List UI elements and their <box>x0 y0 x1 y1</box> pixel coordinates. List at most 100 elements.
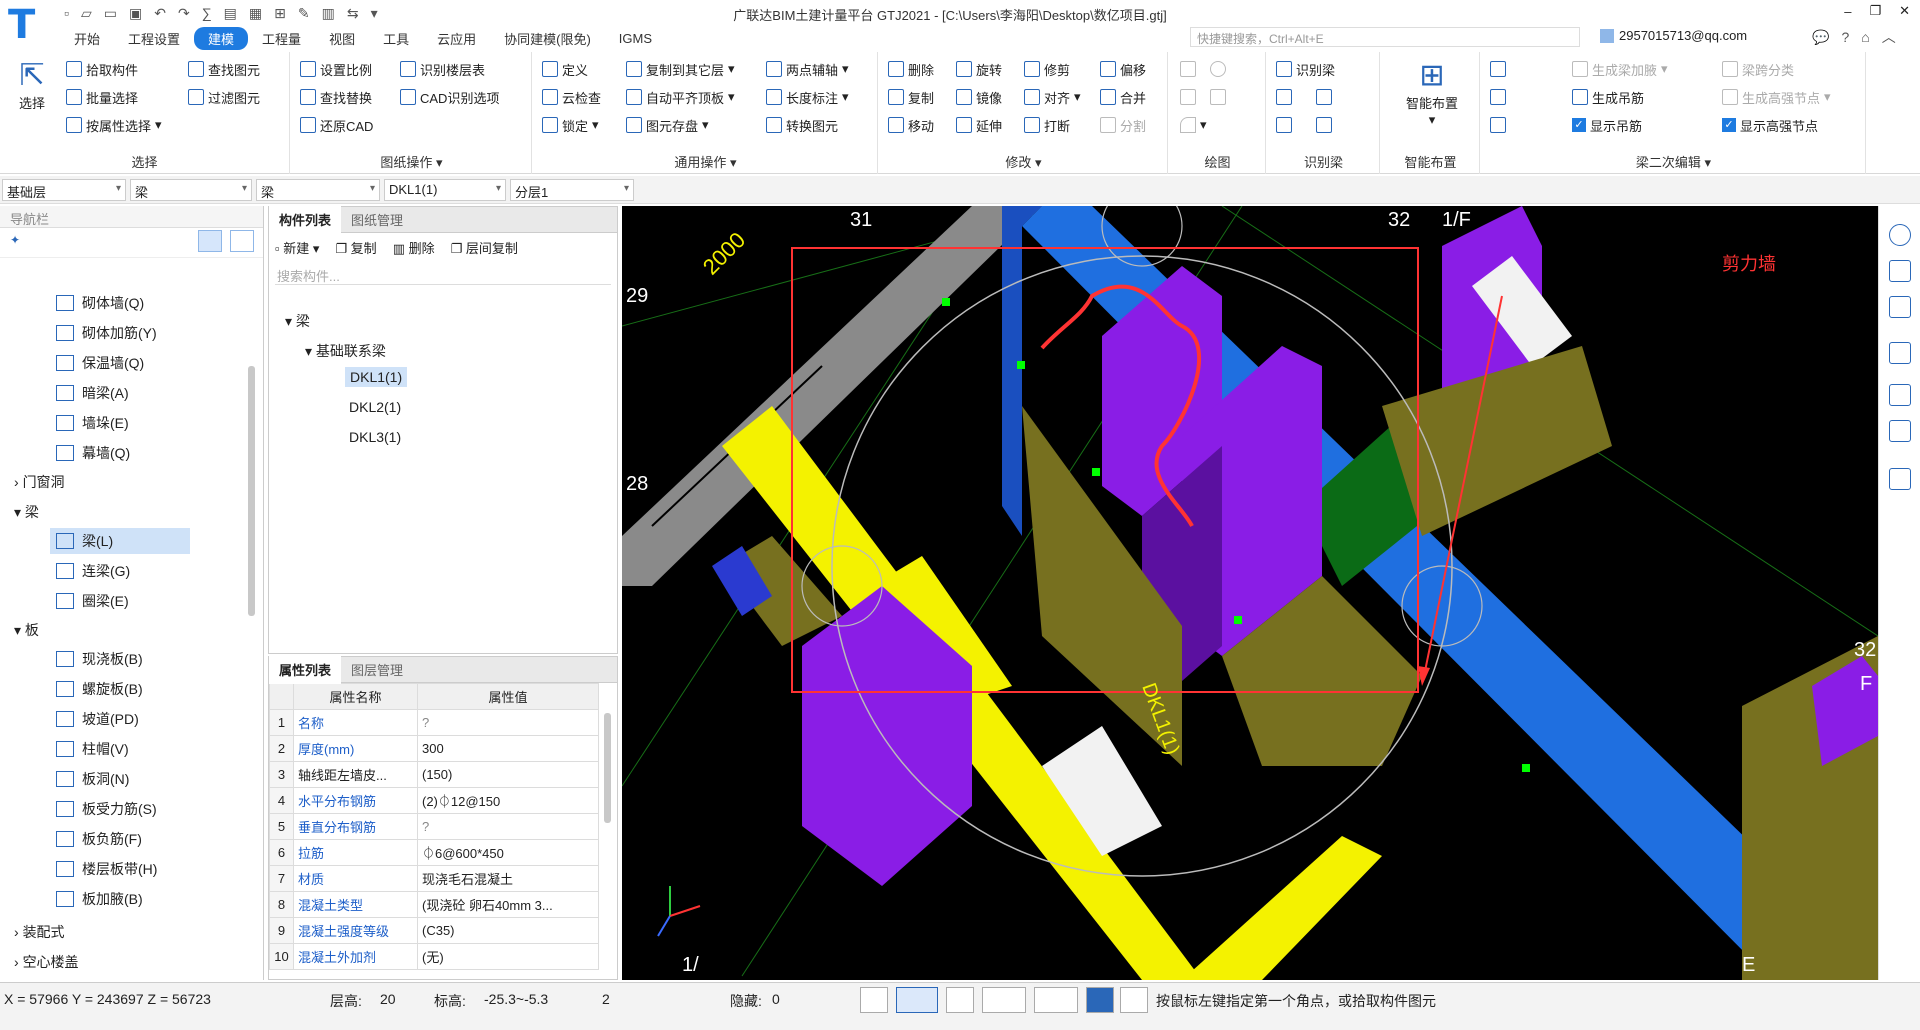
batch-select-button[interactable]: 批量选择 <box>66 86 138 108</box>
nav-item-cast-slab[interactable]: 现浇板(B) <box>56 646 143 672</box>
nav-item-slab-strip[interactable]: 楼层板带(H) <box>56 856 157 882</box>
sum-icon[interactable]: ∑ <box>202 5 212 21</box>
tree-item-dkl3[interactable]: DKL3(1) <box>349 429 401 445</box>
filter-element-button[interactable]: 过滤图元 <box>188 86 260 108</box>
nav-item-masonry-rebar[interactable]: 砌体加筋(Y) <box>56 320 157 346</box>
tab-drawing-management[interactable]: 图纸管理 <box>341 205 413 234</box>
delete-button[interactable]: 删除 <box>888 58 934 80</box>
table-row[interactable]: 4 水平分布钢筋 (2)⏀12@150 <box>269 787 599 814</box>
category-select[interactable]: 梁 <box>130 179 252 201</box>
define-button[interactable]: 定义 <box>542 58 588 80</box>
pick-component-button[interactable]: 拾取构件 <box>66 58 138 80</box>
grip-point[interactable] <box>942 298 950 306</box>
table-row[interactable]: 6 拉筋 ⏀6@600*450 <box>269 839 599 866</box>
nav-category-prefab[interactable]: › 装配式 <box>14 922 65 942</box>
grip-point[interactable] <box>1092 468 1100 476</box>
find-element-button[interactable]: 查找图元 <box>188 58 260 80</box>
gen-hanger-button[interactable]: 生成吊筋 <box>1572 86 1644 108</box>
cross-snap-icon[interactable] <box>946 987 974 1013</box>
set-scale-button[interactable]: 设置比例 <box>300 58 372 80</box>
copy-button[interactable]: 复制 <box>888 86 934 108</box>
nav-item-spiral-slab[interactable]: 螺旋板(B) <box>56 676 143 702</box>
switch-icon[interactable]: ⇆ <box>347 5 359 22</box>
arc-snap-icon[interactable] <box>1120 987 1148 1013</box>
convert-element-button[interactable]: 转换图元 <box>766 114 838 136</box>
dynamic-input-icon[interactable] <box>1086 987 1114 1013</box>
nav-item-masonry-wall[interactable]: 砌体墙(Q) <box>56 290 144 316</box>
menu-view[interactable]: 视图 <box>315 27 369 50</box>
draw-point-button[interactable] <box>1180 58 1226 80</box>
close-icon[interactable]: ✕ <box>1899 3 1910 19</box>
2d-view-icon[interactable] <box>1889 260 1911 282</box>
restore-icon[interactable]: ❐ <box>1869 3 1881 19</box>
table-row[interactable]: 2 厚度(mm) 300 <box>269 735 599 762</box>
account[interactable]: 2957015713@qq.com <box>1600 28 1747 43</box>
floor-select[interactable]: 基础层 <box>2 179 126 201</box>
tree-root-beam[interactable]: ▾ 梁 <box>285 311 310 331</box>
chat-icon[interactable]: 💬 <box>1812 29 1829 46</box>
cloud-check-button[interactable]: 云检查 <box>542 86 601 108</box>
report-icon[interactable]: ▤ <box>224 5 237 22</box>
new-component-button[interactable]: ▫ 新建 ▾ <box>275 238 319 257</box>
copy-component-button[interactable]: ❐ 复制 <box>335 238 376 257</box>
draw-line-button[interactable] <box>1180 86 1226 108</box>
show-hanger-checkbox[interactable]: ✓ 显示吊筋 <box>1572 114 1642 136</box>
gen-beam-haunch-button[interactable]: 生成梁加腋 ▾ <box>1572 58 1668 80</box>
nav-item-coupling-beam[interactable]: 连梁(G) <box>56 558 130 584</box>
select-button[interactable]: ⇱ 选择 <box>12 58 52 112</box>
tab-property-list[interactable]: 属性列表 <box>269 655 342 684</box>
menu-cloud[interactable]: 云应用 <box>423 27 490 50</box>
mirror-button[interactable]: 镜像 <box>956 86 1002 108</box>
nav-item-wall-pier[interactable]: 墙垛(E) <box>56 410 129 436</box>
property-scrollbar[interactable] <box>604 713 611 823</box>
home-icon[interactable]: ⌂ <box>1861 29 1869 45</box>
open-icon[interactable]: ▱ <box>81 5 92 22</box>
help-icon[interactable]: ? <box>1841 29 1849 45</box>
tree-group-foundation-beam[interactable]: ▾ 基础联系梁 <box>305 341 386 361</box>
show-strong-node-checkbox[interactable]: ✓ 显示高强节点 <box>1722 114 1818 136</box>
identify-floor-table-button[interactable]: 识别楼层表 <box>400 58 485 80</box>
angle-snap-icon[interactable] <box>982 987 1026 1013</box>
nav-item-hidden-beam[interactable]: 暗梁(A) <box>56 380 129 406</box>
nav-item-ring-beam[interactable]: 圈梁(E) <box>56 588 129 614</box>
component-select[interactable]: DKL1(1) <box>384 179 506 201</box>
tree-item-dkl1[interactable]: DKL1(1) <box>345 367 408 387</box>
rotate-button[interactable]: 旋转 <box>956 58 1002 80</box>
tree-item-dkl2[interactable]: DKL2(1) <box>349 399 401 415</box>
nav-item-slab-rebar[interactable]: 板受力筋(S) <box>56 796 157 822</box>
3d-view-icon[interactable] <box>1889 296 1911 318</box>
nav-category-beam[interactable]: ▾ 梁 <box>14 502 39 522</box>
model-canvas[interactable]: 31 32 1/F 29 28 32 F E 1/ 2000 DKL1(1) 剪… <box>622 206 1878 980</box>
qat-dropdown-icon[interactable]: ▾ <box>371 5 378 22</box>
fullscreen-icon[interactable] <box>1889 384 1911 406</box>
orbit-icon[interactable] <box>1889 224 1911 246</box>
pin-icon[interactable]: ✦ <box>10 233 20 247</box>
beam-span-classify-button[interactable]: 梁跨分类 <box>1722 58 1794 80</box>
insert-snap-icon[interactable] <box>1034 987 1078 1013</box>
copy-to-floor-button[interactable]: 复制到其它层 ▾ <box>626 58 735 80</box>
column-icon[interactable]: ▥ <box>322 5 335 22</box>
nav-item-negative-rebar[interactable]: 板负筋(F) <box>56 826 142 852</box>
table-row[interactable]: 9 混凝土强度等级 (C35) <box>269 917 599 944</box>
nav-category-hollow-floor[interactable]: › 空心楼盖 <box>14 952 79 972</box>
merge-button[interactable]: 合并 <box>1100 86 1146 108</box>
cad-options-button[interactable]: CAD识别选项 <box>400 86 499 108</box>
undo-icon[interactable]: ↶ <box>154 5 166 22</box>
table-row[interactable]: 10 混凝土外加剂 (无) <box>269 943 599 970</box>
ortho-icon[interactable] <box>860 987 888 1013</box>
nav-item-slab-hole[interactable]: 板洞(N) <box>56 766 129 792</box>
break-button[interactable]: 打断 <box>1024 114 1070 136</box>
folder-icon[interactable]: ▭ <box>104 5 117 22</box>
grip-point[interactable] <box>1017 361 1025 369</box>
gen-strong-node-button[interactable]: 生成高强节点 ▾ <box>1722 86 1831 108</box>
move-button[interactable]: 移动 <box>888 114 934 136</box>
menu-modeling[interactable]: 建模 <box>194 26 249 50</box>
length-dim-button[interactable]: 长度标注 ▾ <box>766 86 849 108</box>
beam-edit-tool-3[interactable] <box>1490 114 1506 136</box>
type-select[interactable]: 梁 <box>256 179 380 201</box>
nav-scrollbar[interactable] <box>248 366 255 616</box>
delete-component-button[interactable]: ▥ 删除 <box>393 238 435 257</box>
menu-project-settings[interactable]: 工程设置 <box>114 27 194 50</box>
copy-between-floors-button[interactable]: ❐ 层间复制 <box>451 238 518 257</box>
offset-button[interactable]: 偏移 <box>1100 58 1146 80</box>
